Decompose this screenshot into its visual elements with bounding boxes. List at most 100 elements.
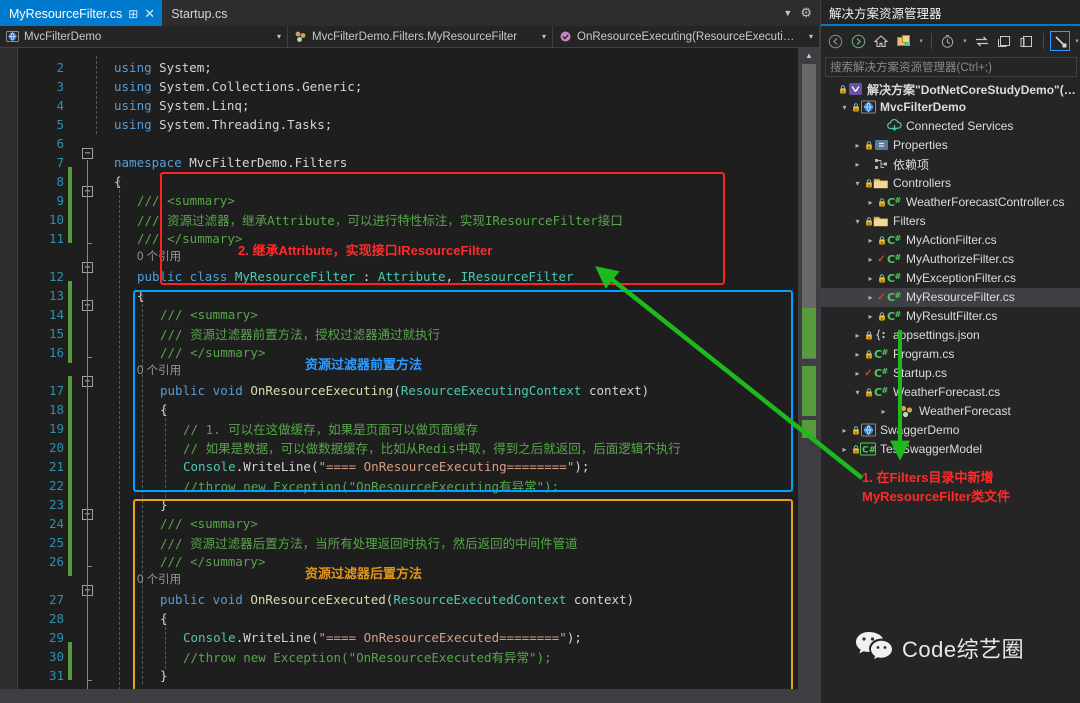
tree-item[interactable]: ▸ 依赖项 — [821, 155, 1080, 174]
code-line[interactable]: 15 /// 资源过滤器前置方法，授权过滤器通过就执行 — [18, 324, 798, 343]
expand-collapse-open-icon[interactable]: ▾ — [851, 217, 864, 226]
code-line[interactable]: 17 public void OnResourceExecuting(Resour… — [18, 381, 798, 400]
codelens-reference-count[interactable]: 0 个引用 — [137, 248, 181, 264]
line-number: 9 — [56, 193, 64, 209]
chevron-down-icon[interactable]: ▾ — [801, 32, 813, 41]
editor-horizontal-scrollbar[interactable] — [0, 689, 820, 703]
expand-collapse-closed-icon[interactable]: ▸ — [838, 445, 851, 454]
editor-vertical-scrollbar[interactable]: ╪ ▲ — [798, 48, 820, 703]
sync-icon[interactable] — [972, 31, 992, 51]
code-line[interactable]: 24 /// <summary> — [18, 514, 798, 533]
properties-icon[interactable] — [1050, 31, 1071, 51]
code-line[interactable]: 13 { — [18, 286, 798, 305]
code-line[interactable]: 23} — [18, 495, 798, 514]
code-line[interactable]: 10 /// 资源过滤器，继承Attribute，可以进行特性标注，实现IReso… — [18, 210, 798, 229]
tree-item[interactable]: ▸ 🔒 C # MyExceptionFilter.cs — [821, 269, 1080, 288]
expand-collapse-closed-icon[interactable]: ▸ — [864, 293, 877, 302]
pending-changes-icon[interactable] — [894, 31, 914, 51]
navbar-member-dropdown[interactable]: OnResourceExecuting(ResourceExecuting( ▾ — [553, 26, 820, 47]
tab-myresourcefilter[interactable]: MyResourceFilter.cs ⊞ ✕ — [0, 0, 163, 26]
code-line[interactable]: 18 { — [18, 400, 798, 419]
tree-item[interactable]: ▸ WeatherForecast — [821, 402, 1080, 421]
code-line[interactable]: 3 using System.Collections.Generic; — [18, 77, 798, 96]
expand-collapse-open-icon[interactable]: ▾ — [838, 103, 851, 112]
expand-collapse-closed-icon[interactable]: ▸ — [864, 255, 877, 264]
chevron-down-icon[interactable]: ▼ — [783, 8, 792, 18]
chevron-down-icon[interactable]: ▾ — [917, 37, 925, 45]
expand-collapse-closed-icon[interactable]: ▸ — [838, 426, 851, 435]
tree-item[interactable]: ▸ ✓ C # Startup.cs — [821, 364, 1080, 383]
expand-collapse-closed-icon[interactable]: ▸ — [864, 274, 877, 283]
expand-collapse-open-icon[interactable]: ▾ — [851, 388, 864, 397]
pin-icon[interactable]: ⊞ — [128, 8, 138, 20]
tree-item[interactable]: ▸ 🔒 Properties — [821, 136, 1080, 155]
code-line[interactable]: 25 /// 资源过滤器后置方法，当所有处理返回时执行，然后返回的中间件管道 — [18, 533, 798, 552]
back-icon[interactable] — [826, 31, 846, 51]
tree-item[interactable]: ▸ 🔒 C # WeatherForecastController.cs — [821, 193, 1080, 212]
code-line[interactable]: 19 // 1. 可以在这做缓存，如果是页面可以做页面缓存 — [18, 419, 798, 438]
code-line[interactable]: 8{ — [18, 172, 798, 191]
tree-item-selected[interactable]: ▸ ✓ C # MyResourceFilter.cs — [821, 288, 1080, 307]
expand-collapse-closed-icon[interactable]: ▸ — [851, 350, 864, 359]
chevron-down-icon[interactable]: ▾ — [961, 37, 969, 45]
copy-icon[interactable] — [1017, 31, 1037, 51]
tree-item[interactable]: Connected Services — [821, 117, 1080, 136]
chevron-down-icon[interactable]: ▾ — [269, 32, 281, 41]
code-line[interactable]: 31} — [18, 666, 798, 685]
navbar-project-dropdown[interactable]: MvcFilterDemo ▾ — [0, 26, 288, 47]
expand-collapse-closed-icon[interactable]: ▸ — [877, 407, 890, 416]
code-line[interactable]: 4 using System.Linq; — [18, 96, 798, 115]
code-editor[interactable]: − − − − − − − 2using System;3using Syste… — [0, 48, 820, 703]
expand-collapse-closed-icon[interactable]: ▸ — [851, 369, 864, 378]
home-icon[interactable] — [872, 31, 892, 51]
code-line[interactable]: 20 // 如果是数据，可以做数据缓存，比如从Redis中取，得到之后就返回，后面… — [18, 438, 798, 457]
tree-item[interactable]: ▾ 🔒 Filters — [821, 212, 1080, 231]
code-line[interactable]: 29 Console.WriteLine("==== OnResourceExec… — [18, 628, 798, 647]
code-line[interactable]: 21 Console.WriteLine("==== OnResourceExec… — [18, 457, 798, 476]
close-icon[interactable]: ✕ — [144, 7, 155, 20]
tab-startup[interactable]: Startup.cs — [162, 0, 234, 26]
tree-item[interactable]: ▸ ✓ C # MyAuthorizeFilter.cs — [821, 250, 1080, 269]
code-line[interactable]: 6 — [18, 134, 798, 153]
code-line[interactable]: 9 /// <summary> — [18, 191, 798, 210]
code-line[interactable]: 7 namespace MvcFilterDemo.Filters — [18, 153, 798, 172]
chevron-down-icon[interactable]: ▾ — [534, 32, 546, 41]
code-line[interactable]: 30 //throw new Exception("OnResourceExecu… — [18, 647, 798, 666]
gear-icon[interactable]: ⚙ — [800, 5, 812, 21]
solution-tree[interactable]: 🔒 解决方案"DotNetCoreStudyDemo"(3 个项 ▾ 🔒 MvcFilt… — [821, 80, 1080, 703]
history-icon[interactable] — [938, 31, 958, 51]
tree-item[interactable]: ▾ 🔒 C # WeatherForecast.cs — [821, 383, 1080, 402]
code-line[interactable]: 14 /// <summary> — [18, 305, 798, 324]
codelens-reference-count[interactable]: 0 个引用 — [137, 362, 181, 378]
tree-item[interactable]: 🔒 解决方案"DotNetCoreStudyDemo"(3 个项 — [821, 80, 1080, 99]
code-line[interactable]: 27 public void OnResourceExecuted(Resourc… — [18, 590, 798, 609]
tree-item[interactable]: ▾ 🔒 MvcFilterDemo — [821, 98, 1080, 117]
code-line[interactable]: 22 //throw new Exception("OnResourceExecu… — [18, 476, 798, 495]
scroll-up-arrow[interactable]: ▲ — [798, 48, 820, 63]
expand-collapse-closed-icon[interactable]: ▸ — [851, 160, 864, 169]
code-surface[interactable]: 2 using System; 3 using System.Collections.… — [18, 48, 798, 703]
forward-icon[interactable] — [849, 31, 869, 51]
chevron-down-icon[interactable]: ▾ — [1073, 37, 1080, 45]
codelens-reference-count[interactable]: 0 个引用 — [137, 571, 181, 587]
expand-collapse-open-icon[interactable]: ▾ — [851, 179, 864, 188]
code-line[interactable]: 2 using System; — [18, 58, 798, 77]
code-line[interactable]: 12 public class MyResourceFilter : Attrib… — [18, 267, 798, 286]
tree-item[interactable]: ▸ 🔒 C # MyResultFilter.cs — [821, 307, 1080, 326]
tree-item[interactable]: ▸ 🔒 appsettings.json — [821, 326, 1080, 345]
expand-collapse-closed-icon[interactable]: ▸ — [864, 312, 877, 321]
show-all-files-icon[interactable] — [995, 31, 1015, 51]
expand-collapse-closed-icon[interactable]: ▸ — [851, 141, 864, 150]
tree-item[interactable]: ▸ 🔒 SwaggerDemo — [821, 421, 1080, 440]
tree-item[interactable]: ▾ 🔒 Controllers — [821, 174, 1080, 193]
code-line[interactable]: 28 { — [18, 609, 798, 628]
expand-collapse-closed-icon[interactable]: ▸ — [864, 198, 877, 207]
tree-item[interactable]: ▸ 🔒 C# TestSwaggerModel — [821, 440, 1080, 459]
navbar-type-dropdown[interactable]: MvcFilterDemo.Filters.MyResourceFilter ▾ — [288, 26, 553, 47]
search-input[interactable]: 搜索解决方案资源管理器(Ctrl+;) — [825, 57, 1077, 77]
tree-item[interactable]: ▸ 🔒 C # Program.cs — [821, 345, 1080, 364]
expand-collapse-closed-icon[interactable]: ▸ — [851, 331, 864, 340]
tree-item[interactable]: ▸ 🔒 C # MyActionFilter.cs — [821, 231, 1080, 250]
code-line[interactable]: 5 using System.Threading.Tasks; — [18, 115, 798, 134]
expand-collapse-closed-icon[interactable]: ▸ — [864, 236, 877, 245]
